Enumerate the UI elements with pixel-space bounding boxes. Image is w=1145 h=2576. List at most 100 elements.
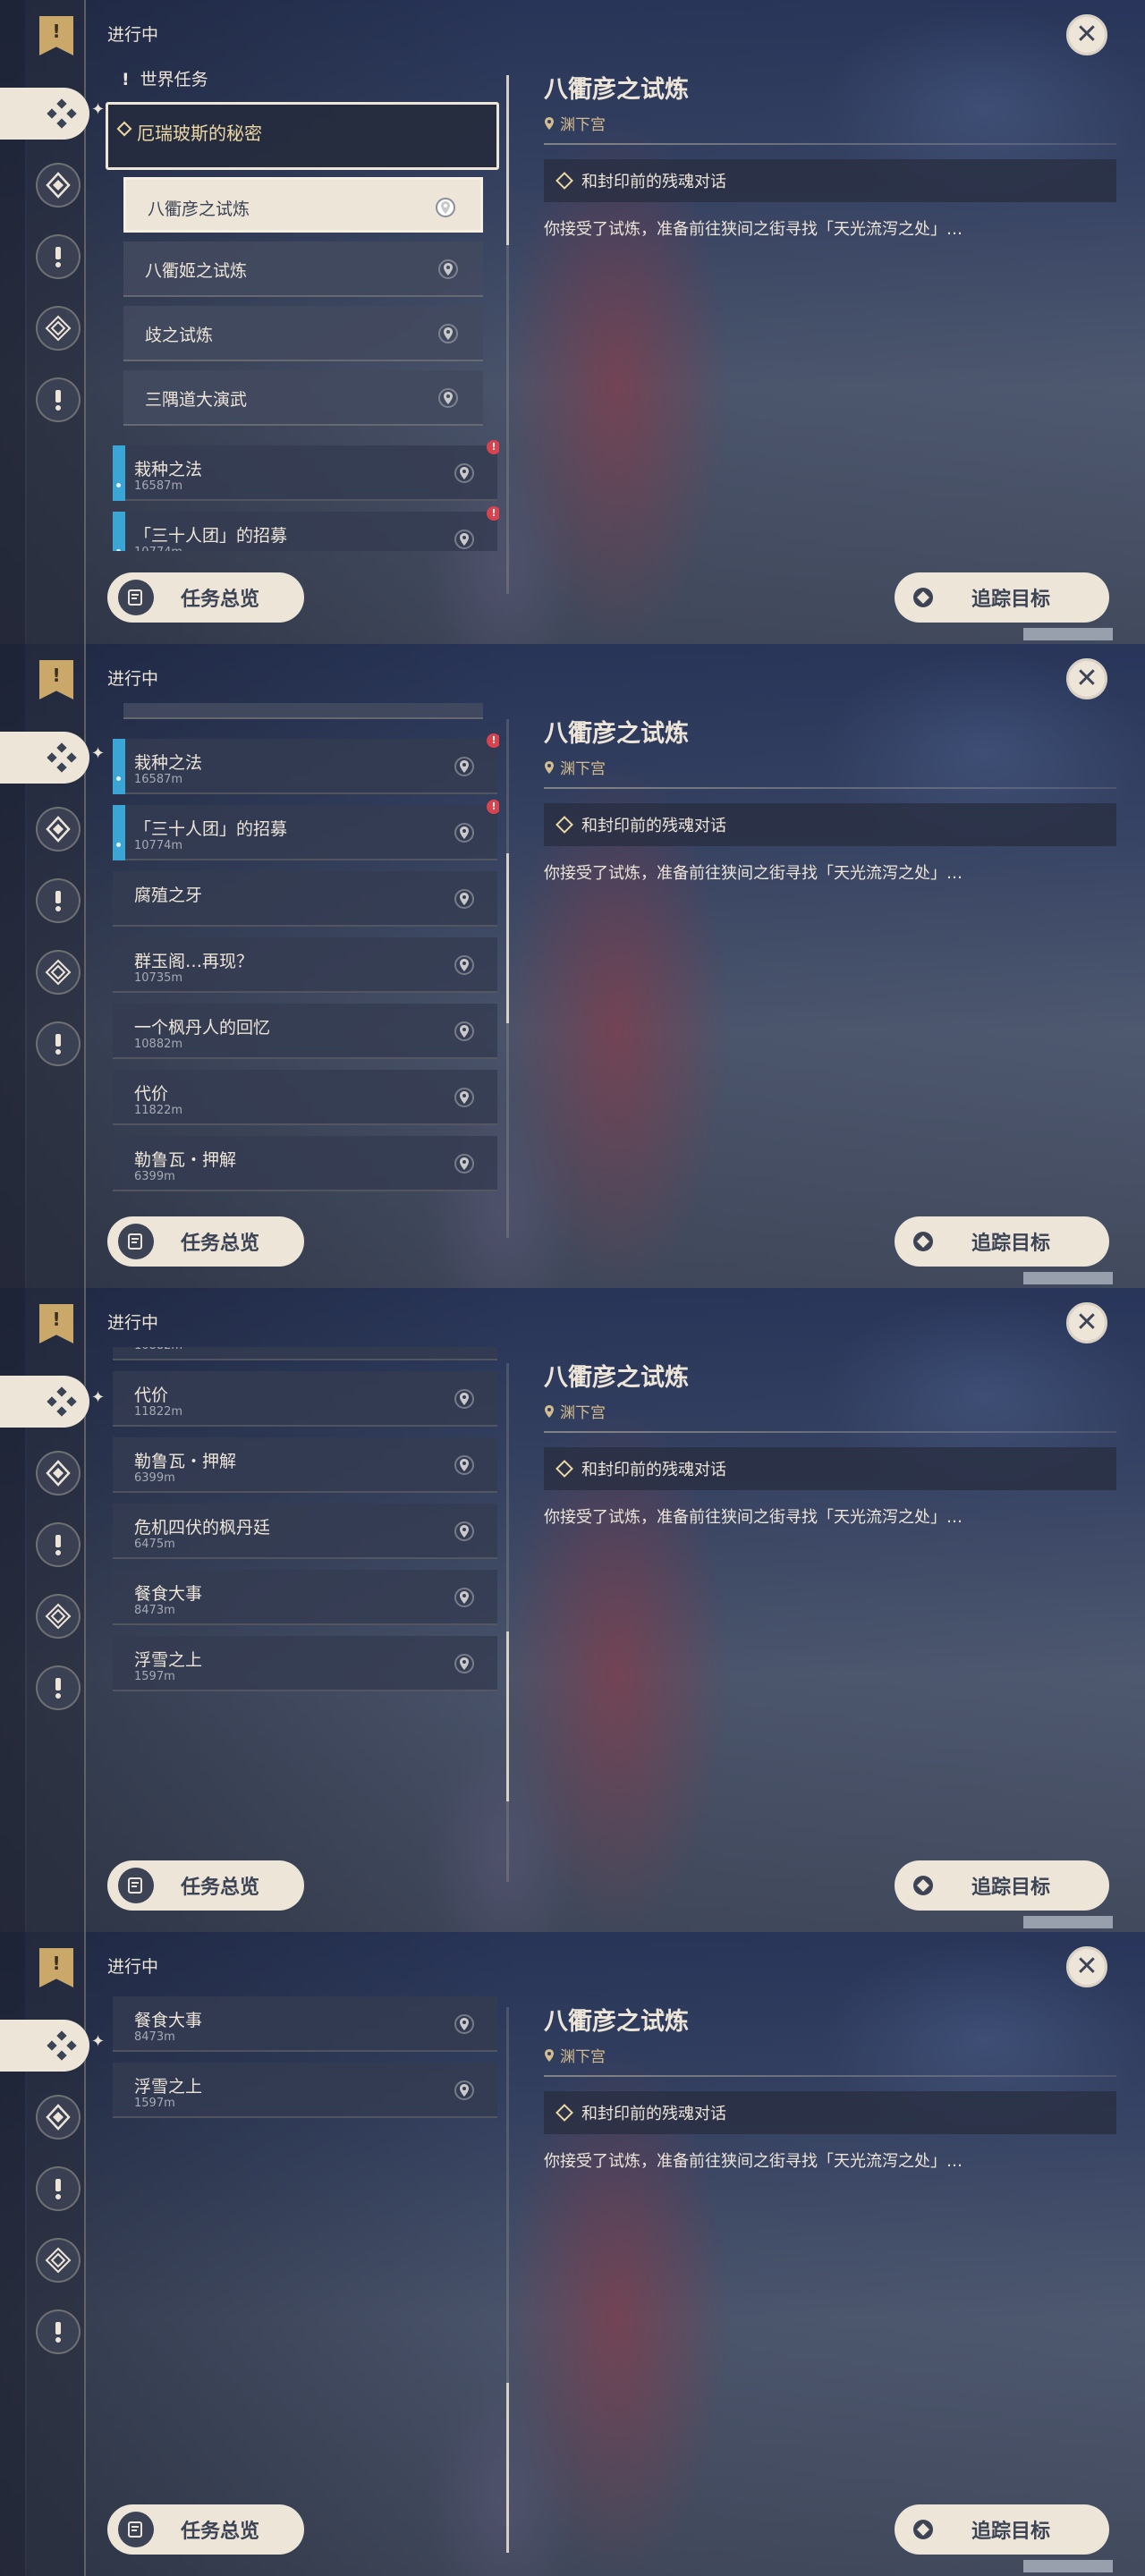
quest-name: 浮雪之上 [134,2077,203,2097]
quest-list-item[interactable]: 浮雪之上 1597m [113,2063,497,2118]
track-objective-button[interactable]: 追踪目标 [895,2504,1109,2555]
nav-story-quest[interactable] [36,234,81,279]
scrollbar-thumb[interactable] [506,1631,509,1801]
map-pin-icon[interactable] [438,388,458,408]
nav-event-quest[interactable] [36,2238,81,2283]
nav-world-quest[interactable] [36,2309,81,2354]
quest-overview-button[interactable]: 任务总览 [107,572,304,623]
nav-archon-quest[interactable] [36,1451,81,1496]
sub-quest-item[interactable]: 八衢彦之试炼 [123,177,483,233]
nav-story-quest[interactable] [36,1522,81,1567]
quest-overview-button[interactable]: 任务总览 [107,1216,304,1267]
map-pin-icon[interactable] [454,1455,474,1475]
map-pin-icon[interactable] [438,324,458,343]
quest-distance: 10735m [134,971,183,985]
map-pin-icon[interactable] [454,2014,474,2034]
quest-list-item[interactable]: 一个枫丹人的回忆10882m [113,1347,497,1360]
nav-all-quests-active[interactable] [0,88,89,140]
sub-quest-item[interactable]: 歧之试炼 [123,306,483,361]
map-pin-icon[interactable] [454,1521,474,1541]
exclamation-icon: ! [122,70,130,89]
objective-text: 和封印前的残魂对话 [581,173,726,191]
quest-list-item[interactable]: 栽种之法 16587m! [113,733,499,794]
quest-list-item[interactable]: 浮雪之上 1597m [113,1636,497,1691]
quest-list-item[interactable]: 勒鲁瓦・押解 6399m [113,1136,497,1191]
map-pin-icon[interactable] [454,530,474,549]
sub-quest-item[interactable]: 八衢姬之试炼 [123,242,483,297]
quest-list-item[interactable]: 腐殖之牙 [113,871,497,927]
map-pin-icon[interactable] [454,1389,474,1409]
quest-overview-button[interactable]: 任务总览 [107,2504,304,2555]
nav-archon-quest[interactable] [36,2095,81,2140]
map-pin-icon[interactable] [454,1654,474,1674]
nav-event-quest[interactable] [36,1594,81,1639]
track-objective-button[interactable]: 追踪目标 [895,1216,1109,1267]
map-pin-icon[interactable] [454,1588,474,1607]
quest-list-item[interactable]: 勒鲁瓦・押解 6399m [113,1437,497,1493]
quest-list-scrollbar[interactable] [506,1363,509,1882]
nav-world-quest[interactable] [36,377,81,422]
quest-overview-button[interactable]: 任务总览 [107,1860,304,1911]
map-pin-icon[interactable] [454,1154,474,1174]
map-pin-icon[interactable] [454,955,474,975]
nav-all-quests-active[interactable] [0,732,89,784]
quest-list-item[interactable]: 一个枫丹人的回忆10882m [113,1004,497,1059]
nav-archon-quest[interactable] [36,807,81,852]
quest-list-item[interactable]: 危机四伏的枫丹廷 6475m [113,1504,497,1559]
sub-quest-item[interactable]: 三隅道大演武 [123,370,483,426]
quest-list-item[interactable]: 代价 11822m [113,1371,497,1427]
map-pin-icon[interactable] [454,1021,474,1041]
quest-list-item[interactable]: 群玉阁…再现？ 10735m [113,937,497,993]
close-button[interactable]: ✕ [1066,1946,1107,1987]
map-pin-icon[interactable] [454,2080,474,2100]
track-objective-button[interactable]: 追踪目标 [895,1860,1109,1911]
nav-all-quests-active[interactable] [0,1376,89,1428]
quest-name: 餐食大事 [134,1584,203,1604]
scrollbar-thumb[interactable] [506,853,509,1023]
quest-list-item[interactable]: 栽种之法 16587m! [113,440,499,501]
map-pin-icon[interactable] [454,1088,474,1107]
quest-name: 「三十人团」的招募 [134,819,288,839]
compass-diamond-icon [45,2247,72,2274]
four-diamonds-icon [47,1386,77,1417]
quest-list-scrollbar[interactable] [506,75,509,594]
close-button[interactable]: ✕ [1066,14,1107,55]
close-button[interactable]: ✕ [1066,658,1107,699]
quest-list[interactable]: !世界任务厄瑞玻斯的秘密八衢彦之试炼八衢姬之试炼歧之试炼三隅道大演武栽种之法16… [106,1347,499,1839]
quest-name: 勒鲁瓦・押解 [134,1150,237,1170]
quest-list-item[interactable]: 餐食大事 8473m [113,1570,497,1625]
quest-list[interactable]: !世界任务厄瑞玻斯的秘密八衢彦之试炼八衢姬之试炼歧之试炼三隅道大演武栽种之法16… [106,703,499,1195]
map-pin-icon[interactable] [454,463,474,483]
quest-list-scrollbar[interactable] [506,2007,509,2553]
nav-story-quest[interactable] [36,2166,81,2211]
quest-list-item[interactable]: 餐食大事 8473m [113,1996,497,2052]
nav-world-quest[interactable] [36,1021,81,1066]
track-objective-button[interactable]: 追踪目标 [895,572,1109,623]
nav-event-quest[interactable] [36,306,81,351]
quest-list-item[interactable]: 「三十人团」的招募10774m! [113,506,499,551]
quest-detail: 八衢彦之试炼 渊下宫 和封印前的残魂对话 你接受了试炼，准备前往狭间之街寻找「天… [544,70,1116,240]
map-pin-icon[interactable] [454,757,474,776]
close-button[interactable]: ✕ [1066,1302,1107,1343]
close-icon: ✕ [1075,19,1098,50]
scrollbar-thumb[interactable] [506,2383,509,2553]
quest-distance: 6399m [134,1471,175,1485]
quest-group-header[interactable]: 厄瑞玻斯的秘密 [106,102,499,170]
map-pin-icon[interactable] [438,259,458,279]
quest-list-scrollbar[interactable] [506,719,509,1238]
map-pin-icon[interactable] [454,889,474,909]
scrollbar-thumb[interactable] [506,75,509,245]
quest-list-item[interactable]: 「三十人团」的招募10774m! [113,800,499,860]
nav-event-quest[interactable] [36,950,81,995]
nav-all-quests-active[interactable] [0,2020,89,2072]
quest-list-item[interactable]: 代价 11822m [113,1070,497,1125]
nav-archon-quest[interactable] [36,163,81,208]
map-pin-icon[interactable] [436,198,455,217]
nav-story-quest[interactable] [36,878,81,923]
quest-list[interactable]: !世界任务厄瑞玻斯的秘密八衢彦之试炼八衢姬之试炼歧之试炼三隅道大演武栽种之法16… [106,59,499,551]
quest-group-name: 厄瑞玻斯的秘密 [137,123,262,144]
sub-quest-item[interactable]: 三隅道大演武 [123,703,483,719]
nav-world-quest[interactable] [36,1665,81,1710]
quest-list[interactable]: !世界任务厄瑞玻斯的秘密八衢彦之试炼八衢姬之试炼歧之试炼三隅道大演武栽种之法16… [106,1991,499,2483]
map-pin-icon[interactable] [454,823,474,843]
